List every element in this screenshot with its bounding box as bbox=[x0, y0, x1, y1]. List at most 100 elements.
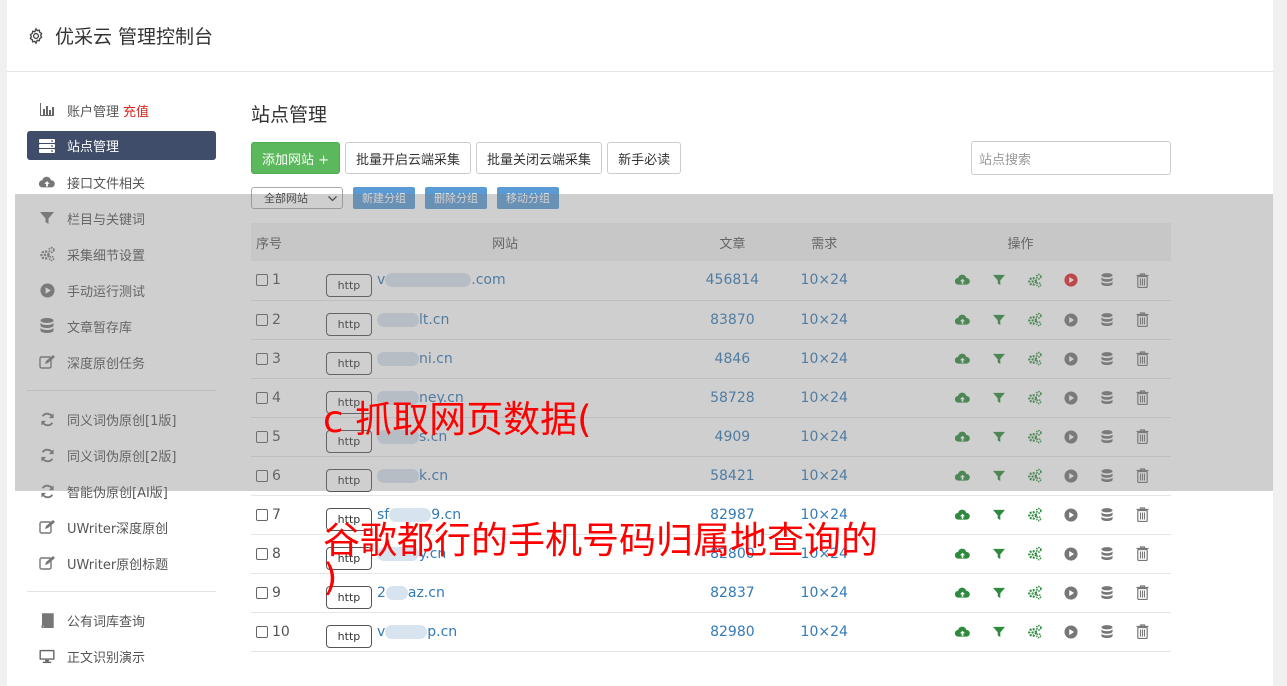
cogs-icon[interactable] bbox=[1027, 390, 1042, 405]
filter-icon[interactable] bbox=[991, 585, 1006, 600]
trash-icon[interactable] bbox=[1135, 273, 1150, 288]
site-search-input[interactable]: 站点搜索 bbox=[971, 141, 1171, 175]
row-checkbox[interactable] bbox=[256, 430, 268, 443]
database-icon[interactable] bbox=[1099, 507, 1114, 522]
row-articles[interactable]: 58728 bbox=[686, 378, 778, 417]
row-demand[interactable]: 10×24 bbox=[778, 612, 870, 651]
row-checkbox[interactable] bbox=[256, 274, 268, 287]
add-site-button[interactable]: 添加网站 + bbox=[251, 142, 341, 174]
cogs-icon[interactable] bbox=[1027, 273, 1042, 288]
filter-icon[interactable] bbox=[991, 546, 1006, 561]
cogs-icon[interactable] bbox=[1027, 585, 1042, 600]
sidebar-item-manual-run[interactable]: 手动运行测试 bbox=[27, 272, 216, 308]
cloud-upload-icon[interactable] bbox=[955, 312, 970, 327]
database-icon[interactable] bbox=[1099, 585, 1114, 600]
move-group-button[interactable]: 移动分组 bbox=[497, 187, 559, 209]
cloud-upload-icon[interactable] bbox=[955, 585, 970, 600]
sidebar-item-account[interactable]: 账户管理 充值 bbox=[27, 92, 216, 128]
cogs-icon[interactable] bbox=[1027, 624, 1042, 639]
play-circle-icon[interactable] bbox=[1063, 468, 1078, 483]
sidebar-item-ai-rewrite[interactable]: 智能伪原创[AI版] bbox=[27, 473, 216, 509]
cloud-upload-icon[interactable] bbox=[955, 546, 970, 561]
trash-icon[interactable] bbox=[1135, 507, 1150, 522]
filter-icon[interactable] bbox=[991, 468, 1006, 483]
row-articles[interactable]: 83870 bbox=[686, 300, 778, 339]
trash-icon[interactable] bbox=[1135, 351, 1150, 366]
newbie-guide-button[interactable]: 新手必读 bbox=[607, 142, 682, 174]
sidebar-item-public-lexicon[interactable]: 公有词库查询 bbox=[27, 602, 216, 638]
play-circle-icon[interactable] bbox=[1063, 390, 1078, 405]
filter-icon[interactable] bbox=[991, 351, 1006, 366]
cogs-icon[interactable] bbox=[1027, 468, 1042, 483]
trash-icon[interactable] bbox=[1135, 429, 1150, 444]
cogs-icon[interactable] bbox=[1027, 312, 1042, 327]
batch-close-cloud-button[interactable]: 批量关闭云端采集 bbox=[476, 142, 603, 174]
play-circle-icon[interactable] bbox=[1063, 273, 1078, 288]
site-domain-link[interactable]: lt.cn bbox=[376, 312, 449, 328]
sidebar-item-interface[interactable]: 接口文件相关 bbox=[27, 164, 216, 200]
play-circle-icon[interactable] bbox=[1063, 507, 1078, 522]
database-icon[interactable] bbox=[1099, 429, 1114, 444]
filter-icon[interactable] bbox=[991, 312, 1006, 327]
cogs-icon[interactable] bbox=[1027, 507, 1042, 522]
row-articles[interactable]: 4909 bbox=[686, 417, 778, 456]
cloud-upload-icon[interactable] bbox=[955, 429, 970, 444]
database-icon[interactable] bbox=[1099, 624, 1114, 639]
cloud-upload-icon[interactable] bbox=[955, 351, 970, 366]
row-articles[interactable]: 58421 bbox=[686, 456, 778, 495]
database-icon[interactable] bbox=[1099, 273, 1114, 288]
row-checkbox[interactable] bbox=[256, 625, 268, 638]
trash-icon[interactable] bbox=[1135, 312, 1150, 327]
database-icon[interactable] bbox=[1099, 546, 1114, 561]
filter-icon[interactable] bbox=[991, 624, 1006, 639]
trash-icon[interactable] bbox=[1135, 585, 1150, 600]
site-domain-link[interactable]: k.cn bbox=[376, 468, 448, 484]
cogs-icon[interactable] bbox=[1027, 429, 1042, 444]
filter-icon[interactable] bbox=[991, 273, 1006, 288]
sidebar-item-columns[interactable]: 栏目与关键词 bbox=[27, 200, 216, 236]
sidebar-item-synonym-v1[interactable]: 同义词伪原创[1版] bbox=[27, 401, 216, 437]
trash-icon[interactable] bbox=[1135, 624, 1150, 639]
cogs-icon[interactable] bbox=[1027, 351, 1042, 366]
play-circle-icon[interactable] bbox=[1063, 429, 1078, 444]
cogs-icon[interactable] bbox=[1027, 546, 1042, 561]
site-domain-link[interactable]: ni.cn bbox=[376, 351, 453, 367]
sidebar-item-collect-settings[interactable]: 采集细节设置 bbox=[27, 236, 216, 272]
play-circle-icon[interactable] bbox=[1063, 624, 1078, 639]
row-articles[interactable]: 4846 bbox=[686, 339, 778, 378]
database-icon[interactable] bbox=[1099, 390, 1114, 405]
sidebar-item-text-recognition[interactable]: 正文识别演示 bbox=[27, 638, 216, 674]
filter-icon[interactable] bbox=[991, 507, 1006, 522]
group-select[interactable]: 全部网站 bbox=[251, 187, 343, 209]
cloud-upload-icon[interactable] bbox=[955, 468, 970, 483]
row-demand[interactable]: 10×24 bbox=[778, 417, 870, 456]
sidebar-item-uwriter-title[interactable]: UWriter原创标题 bbox=[27, 545, 216, 581]
cloud-upload-icon[interactable] bbox=[955, 273, 970, 288]
recharge-link[interactable]: 充值 bbox=[123, 101, 149, 120]
filter-icon[interactable] bbox=[991, 429, 1006, 444]
row-checkbox[interactable] bbox=[256, 391, 268, 404]
sidebar-item-synonym-v2[interactable]: 同义词伪原创[2版] bbox=[27, 437, 216, 473]
row-articles[interactable]: 456814 bbox=[686, 261, 778, 300]
row-demand[interactable]: 10×24 bbox=[778, 300, 870, 339]
row-checkbox[interactable] bbox=[256, 313, 268, 326]
row-checkbox[interactable] bbox=[256, 547, 268, 560]
trash-icon[interactable] bbox=[1135, 546, 1150, 561]
sidebar-item-deep-original[interactable]: 深度原创任务 bbox=[27, 344, 216, 380]
sidebar-item-article-store[interactable]: 文章暂存库 bbox=[27, 308, 216, 344]
sidebar-item-uwriter-deep[interactable]: UWriter深度原创 bbox=[27, 509, 216, 545]
play-circle-icon[interactable] bbox=[1063, 312, 1078, 327]
row-demand[interactable]: 10×24 bbox=[778, 261, 870, 300]
site-domain-link[interactable]: v .com bbox=[377, 272, 506, 288]
row-articles[interactable]: 82980 bbox=[686, 612, 778, 651]
site-domain-link[interactable]: v p.cn bbox=[377, 624, 457, 640]
new-group-button[interactable]: 新建分组 bbox=[353, 187, 415, 209]
play-circle-icon[interactable] bbox=[1063, 585, 1078, 600]
delete-group-button[interactable]: 删除分组 bbox=[425, 187, 487, 209]
row-checkbox[interactable] bbox=[256, 586, 268, 599]
cloud-upload-icon[interactable] bbox=[955, 507, 970, 522]
database-icon[interactable] bbox=[1099, 468, 1114, 483]
trash-icon[interactable] bbox=[1135, 468, 1150, 483]
row-checkbox[interactable] bbox=[256, 352, 268, 365]
play-circle-icon[interactable] bbox=[1063, 351, 1078, 366]
